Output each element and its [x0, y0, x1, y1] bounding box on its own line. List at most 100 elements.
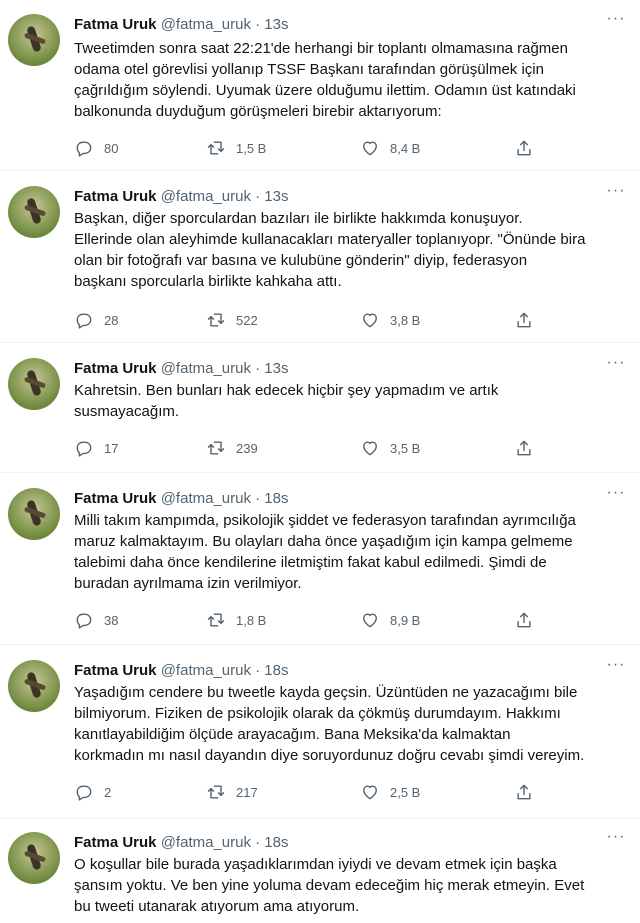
retweet-count: 522 [236, 312, 258, 328]
author-handle-time[interactable]: @fatma_uruk · 13s [161, 360, 289, 377]
like-icon [363, 313, 377, 328]
tweet-actions: 2 217 2,5 B [74, 781, 534, 803]
reply-count: 28 [104, 312, 119, 328]
like-button[interactable]: 8,4 B [360, 137, 420, 159]
avatar[interactable] [8, 832, 60, 884]
reply-count: 17 [104, 440, 119, 456]
retweet-button[interactable]: 1,8 B [206, 609, 266, 631]
author-handle-time[interactable]: @fatma_uruk · 18s [161, 662, 289, 679]
reply-count: 38 [104, 612, 119, 628]
reply-button[interactable]: 80 [74, 137, 118, 159]
like-count: 2,5 B [390, 784, 421, 800]
retweet-icon [207, 441, 225, 455]
tweet-text: Başkan, diğer sporculardan bazıları ile … [74, 210, 586, 290]
author-name[interactable]: Fatma Uruk [74, 16, 157, 33]
avatar[interactable] [8, 186, 60, 238]
author-name[interactable]: Fatma Uruk [74, 188, 157, 205]
like-icon [363, 441, 377, 456]
tweet-text: Tweetimden sonra saat 22:21'de herhangi … [74, 40, 576, 120]
more-icon[interactable]: ··· [606, 657, 626, 674]
avatar[interactable] [8, 14, 60, 66]
share-button[interactable] [514, 309, 534, 331]
like-count: 8,4 B [390, 140, 421, 156]
tweet-header: Fatma Uruk @fatma_uruk · 13s [74, 358, 288, 380]
tweet-text: O koşullar bile burada yaşadıklarımdan i… [74, 856, 585, 915]
like-count: 3,5 B [390, 440, 421, 456]
retweet-icon [207, 785, 225, 799]
divider [0, 342, 640, 343]
tweet[interactable]: Fatma Uruk @fatma_uruk · 18s ··· O koşul… [0, 818, 640, 923]
like-icon [363, 613, 377, 628]
tweet-text: Kahretsin. Ben bunları hak edecek hiçbir… [74, 382, 499, 420]
tweet[interactable]: Fatma Uruk @fatma_uruk · 18s ··· Yaşadığ… [0, 646, 640, 818]
reply-button[interactable]: 2 [74, 781, 111, 803]
author-handle-time[interactable]: @fatma_uruk · 18s [161, 834, 289, 851]
share-icon [517, 612, 531, 628]
retweet-icon [207, 313, 225, 327]
share-button[interactable] [514, 137, 534, 159]
reply-button[interactable]: 17 [74, 437, 118, 459]
author-handle-time[interactable]: @fatma_uruk · 13s [161, 16, 289, 33]
author-handle-time[interactable]: @fatma_uruk · 18s [161, 490, 289, 507]
author-handle-time[interactable]: @fatma_uruk · 13s [161, 188, 289, 205]
share-icon [517, 440, 531, 456]
tweet-actions: 28 522 3,8 B [74, 309, 534, 331]
retweet-button[interactable]: 1,5 B [206, 137, 266, 159]
more-icon[interactable]: ··· [606, 355, 626, 372]
like-icon [363, 141, 377, 156]
tweet-actions: 80 1,5 B 8,4 B [74, 137, 534, 159]
retweet-button[interactable]: 522 [206, 309, 258, 331]
like-count: 8,9 B [390, 612, 421, 628]
avatar[interactable] [8, 488, 60, 540]
tweet-actions: 17 239 3,5 B [74, 437, 534, 459]
reply-icon [76, 441, 92, 457]
more-icon[interactable]: ··· [606, 485, 626, 502]
share-icon [517, 312, 531, 328]
author-name[interactable]: Fatma Uruk [74, 662, 157, 679]
retweet-button[interactable]: 239 [206, 437, 258, 459]
author-name[interactable]: Fatma Uruk [74, 834, 157, 851]
reply-icon [76, 613, 92, 629]
tweet[interactable]: Fatma Uruk @fatma_uruk · 13s ··· Kahrets… [0, 344, 640, 470]
share-button[interactable] [514, 609, 534, 631]
reply-icon [76, 785, 92, 801]
like-count: 3,8 B [390, 312, 421, 328]
avatar[interactable] [8, 660, 60, 712]
reply-button[interactable]: 28 [74, 309, 118, 331]
tweet-header: Fatma Uruk @fatma_uruk · 18s [74, 488, 288, 510]
divider [0, 644, 640, 645]
author-name[interactable]: Fatma Uruk [74, 360, 157, 377]
tweet[interactable]: Fatma Uruk @fatma_uruk · 18s ··· Milli t… [0, 474, 640, 644]
more-icon[interactable]: ··· [606, 829, 626, 846]
like-button[interactable]: 3,5 B [360, 437, 420, 459]
retweet-count: 217 [236, 784, 258, 800]
retweet-count: 1,5 B [236, 140, 267, 156]
tweet-header: Fatma Uruk @fatma_uruk · 13s [74, 186, 288, 208]
tweet-actions: 38 1,8 B 8,9 B [74, 609, 534, 631]
reply-button[interactable]: 38 [74, 609, 118, 631]
retweet-count: 239 [236, 440, 258, 456]
share-icon [517, 784, 531, 800]
tweet-text: Yaşadığım cendere bu tweetle kayda geçsi… [74, 684, 585, 764]
tweet-header: Fatma Uruk @fatma_uruk · 18s [74, 660, 288, 682]
share-button[interactable] [514, 781, 534, 803]
retweet-icon [207, 141, 225, 155]
retweet-button[interactable]: 217 [206, 781, 258, 803]
retweet-count: 1,8 B [236, 612, 267, 628]
like-button[interactable]: 2,5 B [360, 781, 420, 803]
share-icon [517, 140, 531, 156]
tweet-header: Fatma Uruk @fatma_uruk · 13s [74, 14, 288, 36]
more-icon[interactable]: ··· [606, 183, 626, 200]
tweet[interactable]: Fatma Uruk @fatma_uruk · 13s ··· Tweetim… [0, 0, 640, 170]
more-icon[interactable]: ··· [606, 11, 626, 28]
share-button[interactable] [514, 437, 534, 459]
like-icon [363, 785, 377, 800]
reply-icon [76, 141, 92, 157]
avatar[interactable] [8, 358, 60, 410]
tweet[interactable]: Fatma Uruk @fatma_uruk · 13s ··· Başkan,… [0, 172, 640, 342]
tweet-text: Milli takım kampımda, psikolojik şiddet … [74, 512, 576, 592]
like-button[interactable]: 3,8 B [360, 309, 420, 331]
divider [0, 170, 640, 171]
author-name[interactable]: Fatma Uruk [74, 490, 157, 507]
like-button[interactable]: 8,9 B [360, 609, 420, 631]
